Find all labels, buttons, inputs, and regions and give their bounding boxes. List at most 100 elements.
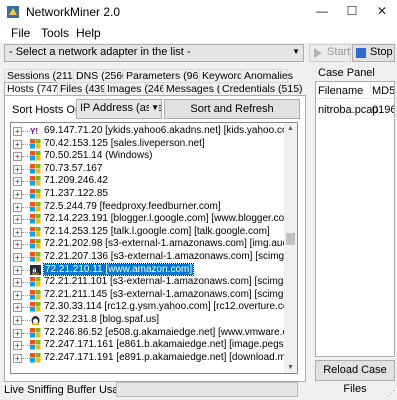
host-label: 70.42.153.125 [sales.liveperson.net]: [44, 137, 205, 149]
hosts-tree[interactable]: + Y! 69.147.71.20 [ykids.yahoo6.akadns.net…: [10, 122, 286, 374]
scrollbar-thumb[interactable]: [286, 233, 295, 245]
windows-icon: [30, 327, 41, 338]
host-tree-row[interactable]: +72.30.33.114 [rc12.g.ysm.yahoo.com] [rc…: [11, 301, 285, 313]
windows-icon: [30, 189, 41, 199]
host-label: 72.247.171.161 [e861.b.akamaiedge.net] […: [44, 339, 286, 351]
host-tree-row[interactable]: +72.14.253.125 [talk.l.google.com] [talk…: [11, 226, 285, 238]
windows-icon: [30, 277, 41, 287]
host-tree-row[interactable]: +70.50.251.14 (Windows): [11, 150, 285, 162]
windows-icon: [30, 138, 41, 149]
column-divider: [370, 82, 371, 98]
tree-connector: [22, 131, 30, 132]
expand-plus-icon[interactable]: +: [13, 265, 22, 275]
tree-connector: [22, 181, 30, 183]
sort-hosts-select[interactable]: IP Address (ascending) ▼: [76, 99, 162, 119]
tree-connector: [22, 206, 30, 208]
menu-tools[interactable]: Tools: [41, 26, 69, 40]
expand-plus-icon[interactable]: +: [13, 353, 22, 363]
host-tree-row[interactable]: +72.21.211.101 [s3-external-1.amazonaws.…: [11, 276, 285, 288]
host-tree-row[interactable]: + a 72.21.210.11 [www.amazon.com]: [11, 262, 285, 276]
host-label: 72.247.171.191 [e891.p.akamaiedge.net] […: [44, 351, 286, 363]
chevron-down-icon: ▼: [149, 103, 159, 112]
expand-plus-icon[interactable]: +: [13, 341, 22, 351]
expand-plus-icon[interactable]: +: [13, 164, 22, 174]
scroll-up-arrow-icon[interactable]: ▲: [284, 125, 297, 132]
host-tree-row[interactable]: +70.42.153.125 [sales.liveperson.net]: [11, 137, 285, 150]
expand-plus-icon[interactable]: +: [13, 215, 22, 225]
amazon-icon: a: [30, 264, 41, 275]
network-adapter-select[interactable]: - Select a network adapter in the list -…: [4, 44, 304, 62]
expand-plus-icon[interactable]: +: [13, 278, 22, 288]
host-tree-row[interactable]: +72.247.171.191 [e891.p.akamaiedge.net] …: [11, 351, 286, 364]
expand-plus-icon[interactable]: +: [13, 303, 22, 313]
case-file-name[interactable]: nitroba.pcap: [318, 104, 379, 116]
sort-and-refresh-button[interactable]: Sort and Refresh: [164, 99, 300, 119]
expand-plus-icon[interactable]: +: [13, 328, 22, 338]
expand-plus-icon[interactable]: +: [13, 227, 22, 237]
host-tree-row[interactable]: +72.246.86.52 [e508.g.akamaiedge.net] [w…: [11, 327, 285, 339]
tree-connector: [22, 345, 30, 347]
tab-files[interactable]: Files (4392): [57, 82, 115, 96]
tree-connector: [22, 257, 30, 258]
scroll-down-arrow-icon[interactable]: ▼: [284, 364, 297, 371]
host-tree-row[interactable]: +72.32.231.8 [blog.spaf.us]: [11, 314, 285, 326]
host-tree-row[interactable]: +72.21.207.136 [s3-external-1.amazonaws.…: [11, 251, 285, 263]
column-header-md5[interactable]: MD5: [372, 85, 394, 97]
maximize-button[interactable]: ☐: [337, 0, 367, 24]
menu-file[interactable]: File: [11, 26, 30, 40]
start-button-label: Start: [327, 46, 351, 58]
windows-icon: [30, 352, 41, 363]
expand-plus-icon[interactable]: +: [13, 316, 22, 325]
windows-icon: [30, 302, 41, 312]
expand-plus-icon[interactable]: +: [13, 152, 22, 162]
expand-plus-icon[interactable]: +: [13, 127, 22, 136]
host-label: 72.5.244.79 [feedproxy.feedburner.com]: [44, 200, 221, 212]
close-button[interactable]: ✕: [367, 0, 397, 24]
tab-keywords[interactable]: Keywords: [199, 69, 248, 83]
tab-dns[interactable]: DNS (2560): [73, 69, 131, 83]
host-tree-row[interactable]: +70.73.57.167: [11, 163, 285, 175]
tab-anomalies[interactable]: Anomalies: [241, 69, 293, 83]
host-label: 71.237.122.85: [44, 188, 108, 199]
expand-plus-icon[interactable]: +: [13, 240, 22, 250]
tab-credentials[interactable]: Credentials (515): [219, 82, 303, 96]
column-header-filename[interactable]: Filename: [318, 85, 363, 97]
host-label: 72.21.207.136 [s3-external-1.amazonaws.c…: [44, 251, 285, 262]
resize-grip-icon[interactable]: ⋰: [387, 389, 395, 398]
tab-hosts[interactable]: Hosts (747): [4, 82, 61, 96]
tab-parameters[interactable]: Parameters (96384): [123, 69, 219, 83]
case-file-md5: 0196: [372, 104, 395, 116]
case-panel-title: Case Panel: [318, 67, 375, 79]
case-files-list[interactable]: Filename MD5 nitroba.pcap 0196: [315, 81, 395, 357]
expand-plus-icon[interactable]: +: [13, 253, 22, 262]
reload-case-files-button[interactable]: Reload Case Files: [315, 360, 395, 395]
host-tree-row[interactable]: + Y! 69.147.71.20 [ykids.yahoo6.akadns.net…: [11, 125, 285, 137]
start-button[interactable]: Start: [309, 44, 351, 62]
host-tree-row[interactable]: +72.5.244.79 [feedproxy.feedburner.com]: [11, 200, 285, 213]
tab-sessions[interactable]: Sessions (2112): [4, 69, 82, 83]
expand-plus-icon[interactable]: +: [13, 290, 22, 300]
expand-plus-icon[interactable]: +: [13, 202, 22, 212]
host-label: 71.209.246.42: [44, 175, 108, 187]
host-label: 72.21.211.101 [s3-external-1.amazonaws.c…: [44, 276, 285, 288]
host-tree-row[interactable]: +72.247.171.161 [e861.b.akamaiedge.net] …: [11, 339, 286, 351]
stop-button[interactable]: Stop: [352, 44, 395, 62]
host-tree-row[interactable]: +72.14.223.191 [blogger.l.google.com] [w…: [11, 213, 285, 225]
tab-messages[interactable]: Messages (2): [163, 82, 230, 96]
tree-connector: [22, 282, 30, 284]
buffer-usage-label: Live Sniffing Buffer Usage:: [4, 384, 134, 396]
menu-help[interactable]: Help: [76, 26, 101, 40]
host-tree-row[interactable]: +72.21.202.98 [s3-external-1.amazonaws.c…: [11, 238, 285, 250]
tree-connector: [22, 219, 30, 221]
host-tree-row[interactable]: +71.209.246.42: [11, 175, 285, 187]
host-tree-row[interactable]: +72.21.211.145 [s3-external-1.amazonaws.…: [11, 289, 285, 301]
hosts-scrollbar[interactable]: ▲ ▼: [284, 122, 298, 374]
tab-images[interactable]: Images (2468): [104, 82, 175, 96]
expand-plus-icon[interactable]: +: [13, 177, 22, 187]
minimize-button[interactable]: —: [307, 0, 337, 24]
expand-plus-icon[interactable]: +: [13, 139, 22, 149]
sort-hosts-label: Sort Hosts On:: [12, 104, 85, 116]
expand-plus-icon[interactable]: +: [13, 190, 22, 199]
host-tree-row[interactable]: +71.237.122.85: [11, 188, 285, 200]
tree-connector: [22, 231, 30, 233]
